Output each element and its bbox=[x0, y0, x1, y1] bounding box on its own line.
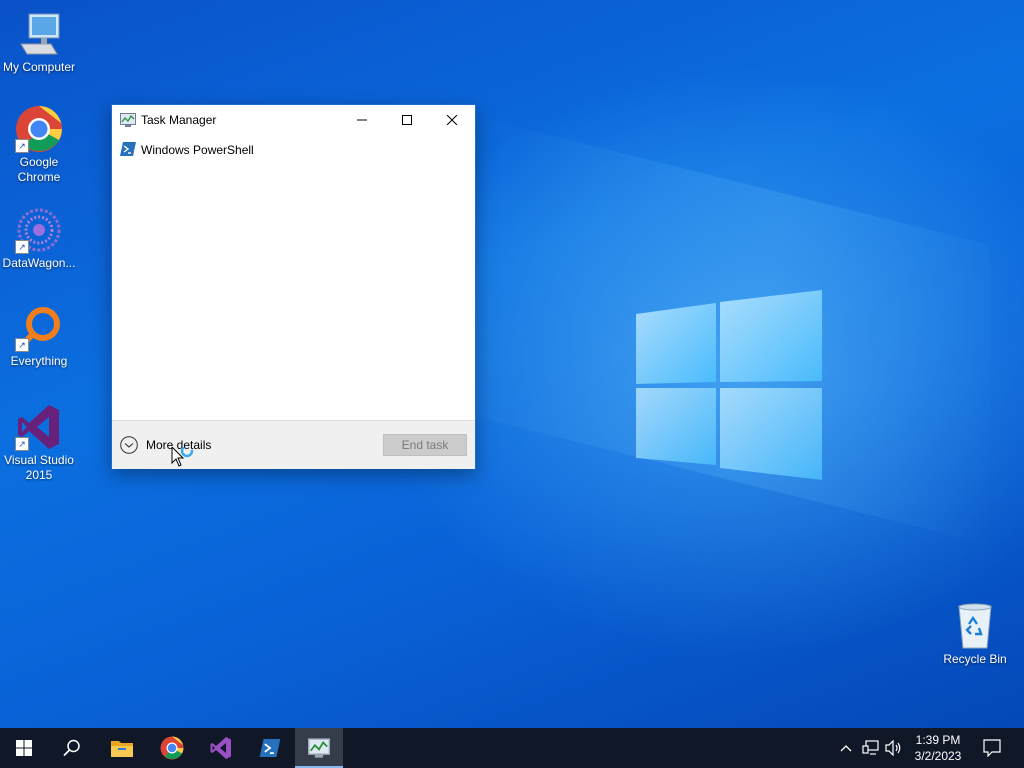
show-hidden-icons-button[interactable] bbox=[836, 738, 856, 758]
mouse-cursor-icon bbox=[171, 447, 194, 467]
shortcut-arrow-icon: ↗ bbox=[15, 139, 29, 153]
close-button[interactable] bbox=[429, 105, 474, 135]
footer-bar: More details End task bbox=[112, 420, 475, 469]
window-title: Task Manager bbox=[141, 113, 217, 127]
volume-button[interactable] bbox=[884, 738, 904, 758]
everything-icon: ↗ bbox=[15, 304, 63, 352]
desktop-icon-label: Recycle Bin bbox=[943, 652, 1007, 666]
powershell-button[interactable] bbox=[246, 728, 294, 768]
datawagon-icon: ↗ bbox=[15, 206, 63, 254]
close-icon bbox=[446, 115, 457, 125]
folder-icon bbox=[111, 741, 133, 757]
maximize-button[interactable] bbox=[384, 105, 429, 135]
visual-studio-icon: ↗ bbox=[15, 403, 63, 451]
task-manager-icon bbox=[120, 113, 136, 127]
desktop-icon-label: Everything bbox=[10, 354, 68, 368]
windows-logo-icon bbox=[16, 740, 32, 756]
chrome-button[interactable] bbox=[148, 728, 196, 768]
desktop-icon-label: DataWagon... bbox=[2, 256, 76, 270]
end-task-button[interactable]: End task bbox=[383, 434, 467, 456]
powershell-icon bbox=[259, 739, 281, 757]
desktop-icon-my-computer[interactable]: My Computer bbox=[0, 10, 78, 75]
title-bar[interactable]: Task Manager bbox=[112, 105, 475, 135]
start-button[interactable] bbox=[0, 728, 48, 768]
action-center-button[interactable] bbox=[982, 738, 1002, 758]
chrome-icon bbox=[160, 736, 184, 760]
visual-studio-icon bbox=[210, 737, 231, 759]
clock-date: 3/2/2023 bbox=[914, 749, 962, 763]
speaker-icon bbox=[885, 740, 901, 756]
shortcut-arrow-icon: ↗ bbox=[15, 437, 29, 451]
maximize-icon bbox=[401, 115, 412, 125]
notification-icon bbox=[983, 739, 1001, 757]
desktop-icon-label: Visual Studio 2015 bbox=[4, 453, 74, 482]
process-name: Windows PowerShell bbox=[141, 143, 254, 157]
chrome-icon: ↗ bbox=[15, 105, 63, 153]
clock-time: 1:39 PM bbox=[915, 733, 961, 747]
search-button[interactable] bbox=[48, 728, 96, 768]
chevron-up-icon bbox=[840, 745, 852, 752]
desktop-icon-google-chrome[interactable]: ↗ Google Chrome bbox=[0, 105, 78, 185]
visual-studio-button[interactable] bbox=[197, 728, 245, 768]
recycle-bin-icon bbox=[951, 602, 999, 650]
windows-wallpaper-logo bbox=[636, 290, 822, 480]
minimize-icon bbox=[356, 119, 367, 121]
powershell-icon bbox=[120, 142, 136, 156]
network-button[interactable] bbox=[861, 738, 881, 758]
search-icon bbox=[63, 739, 80, 757]
desktop-icon-datawagon[interactable]: ↗ DataWagon... bbox=[0, 206, 78, 271]
desktop-icon-label: Google Chrome bbox=[17, 155, 61, 184]
shortcut-arrow-icon: ↗ bbox=[15, 240, 29, 254]
process-row[interactable]: Windows PowerShell bbox=[112, 139, 475, 161]
task-manager-button[interactable] bbox=[295, 728, 343, 768]
taskbar-clock[interactable]: 1:39 PM 3/2/2023 bbox=[906, 732, 970, 764]
desktop-icon-everything[interactable]: ↗ Everything bbox=[0, 304, 78, 369]
desktop-icon-recycle-bin[interactable]: Recycle Bin bbox=[936, 602, 1014, 667]
taskbar: 1:39 PM 3/2/2023 bbox=[0, 728, 1024, 768]
task-manager-window[interactable]: Task Manager Windows PowerShell More det… bbox=[111, 104, 476, 469]
chevron-down-icon bbox=[120, 436, 138, 454]
network-icon bbox=[862, 740, 879, 755]
desktop-icon-visual-studio[interactable]: ↗ Visual Studio 2015 bbox=[0, 403, 78, 483]
file-explorer-button[interactable] bbox=[98, 728, 146, 768]
more-details-button[interactable]: More details bbox=[120, 435, 220, 455]
computer-icon bbox=[15, 10, 63, 58]
minimize-button[interactable] bbox=[339, 105, 384, 135]
task-manager-icon bbox=[308, 738, 330, 758]
shortcut-arrow-icon: ↗ bbox=[15, 338, 29, 352]
desktop-icon-label: My Computer bbox=[2, 60, 76, 74]
